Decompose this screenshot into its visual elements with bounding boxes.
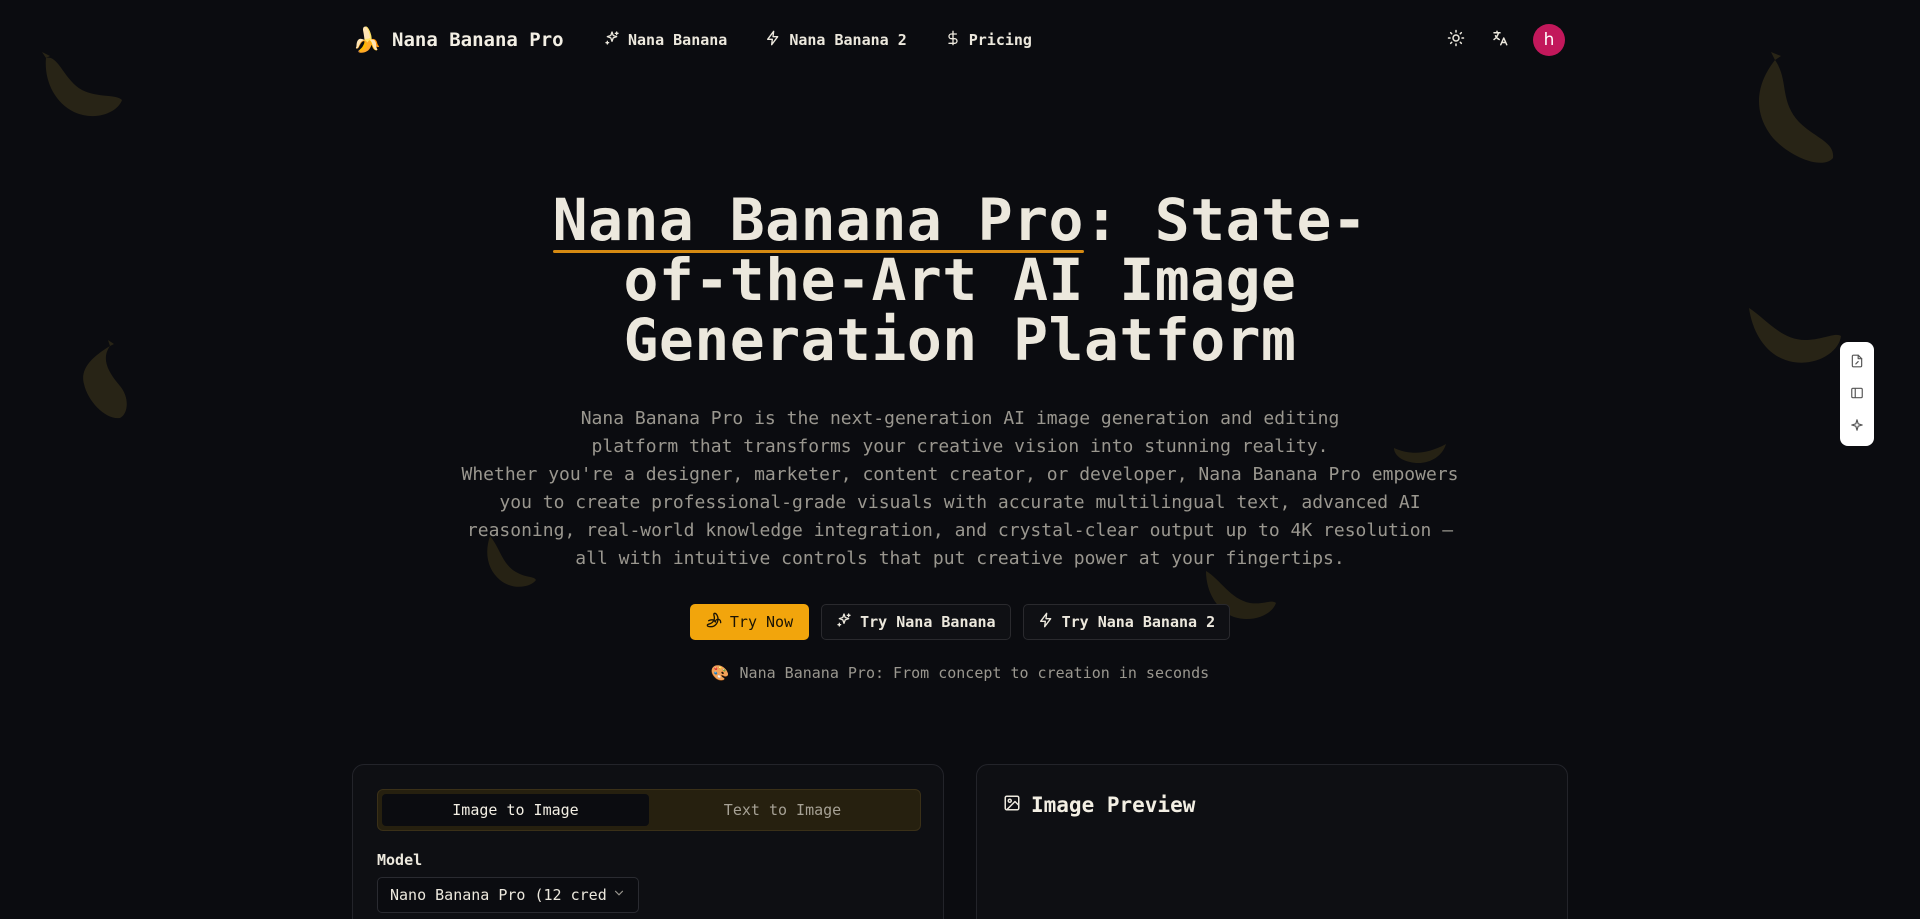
try-nana-banana-button[interactable]: Try Nana Banana bbox=[821, 604, 1011, 640]
banana-decoration-icon bbox=[70, 340, 140, 422]
banana-icon bbox=[706, 612, 722, 632]
tagline: 🎨 Nana Banana Pro: From concept to creat… bbox=[0, 664, 1920, 682]
sun-icon bbox=[1447, 29, 1465, 51]
tagline-text: Nana Banana Pro: From concept to creatio… bbox=[739, 664, 1210, 682]
header-actions: h bbox=[1445, 24, 1565, 56]
hero-title-part-3: Generation Platform bbox=[623, 306, 1297, 374]
sparkles-icon bbox=[604, 30, 620, 50]
image-preview-title: Image Preview bbox=[1031, 793, 1196, 817]
dollar-icon bbox=[945, 30, 961, 50]
side-tool-sparkle[interactable] bbox=[1846, 415, 1868, 437]
banana-decoration-icon bbox=[1745, 300, 1845, 370]
hero-description-paragraph-1: Nana Banana Pro is the next-generation A… bbox=[580, 408, 1340, 457]
cta-row: Try Now Try Nana Banana Try Nana Banana … bbox=[0, 604, 1920, 640]
image-preview-header: Image Preview bbox=[1003, 793, 1195, 817]
zap-icon bbox=[1038, 612, 1054, 632]
generation-mode-tabs: Image to Image Text to Image bbox=[377, 789, 921, 831]
nav-item-label: Nana Banana bbox=[628, 31, 728, 49]
hero-description-paragraph-2: Whether you're a designer, marketer, con… bbox=[461, 464, 1459, 569]
hero-description: Nana Banana Pro is the next-generation A… bbox=[460, 405, 1460, 573]
model-select[interactable]: Nano Banana Pro (12 credits) bbox=[377, 877, 639, 913]
chevron-down-icon bbox=[606, 886, 626, 904]
user-avatar-button[interactable]: h bbox=[1533, 24, 1565, 56]
brand-name: Nana Banana Pro bbox=[392, 29, 564, 51]
model-select-value: Nano Banana Pro (12 credits) bbox=[390, 886, 606, 904]
translate-icon bbox=[1491, 29, 1509, 51]
hero-title: Nana Banana Pro: State- of-the-Art AI Im… bbox=[460, 190, 1460, 370]
try-now-label: Try Now bbox=[729, 613, 794, 631]
generator-panel: Image to Image Text to Image Model Nano … bbox=[352, 764, 944, 919]
tab-image-to-image[interactable]: Image to Image bbox=[382, 794, 649, 826]
try-nana-banana-2-button[interactable]: Try Nana Banana 2 bbox=[1022, 604, 1231, 640]
try-now-button[interactable]: Try Now bbox=[689, 604, 810, 640]
nav-item-label: Pricing bbox=[968, 31, 1032, 49]
sparkle-icon bbox=[1850, 417, 1864, 436]
nav-item-pricing[interactable]: Pricing bbox=[945, 26, 1032, 54]
hero-title-highlight: Nana Banana Pro bbox=[552, 186, 1085, 254]
nav-item-nana-banana[interactable]: Nana Banana bbox=[604, 26, 727, 54]
palette-icon: 🎨 bbox=[710, 664, 730, 682]
language-button[interactable] bbox=[1489, 29, 1511, 51]
hero-title-part-1: : State- bbox=[1083, 186, 1368, 254]
theme-toggle-button[interactable] bbox=[1445, 29, 1467, 51]
brand-logo-link[interactable]: 🍌 Nana Banana Pro bbox=[352, 24, 564, 56]
nav-item-label: Nana Banana 2 bbox=[789, 31, 907, 49]
sparkles-icon bbox=[836, 612, 852, 632]
image-preview-panel: Image Preview bbox=[976, 764, 1568, 919]
image-icon bbox=[1003, 793, 1021, 817]
try-nana-banana-2-label: Try Nana Banana 2 bbox=[1061, 613, 1216, 631]
document-edit-icon bbox=[1850, 353, 1864, 372]
side-tool-panel[interactable] bbox=[1846, 383, 1868, 405]
sidebar-panel-icon bbox=[1850, 385, 1864, 404]
main-nav: Nana Banana Nana Banana 2 Pricing bbox=[604, 26, 1032, 54]
model-label: Model bbox=[377, 851, 423, 869]
floating-side-toolbar bbox=[1840, 342, 1874, 446]
hero-title-part-2: of-the-Art AI Image bbox=[623, 246, 1297, 314]
try-nana-banana-label: Try Nana Banana bbox=[860, 613, 996, 631]
tab-text-to-image[interactable]: Text to Image bbox=[649, 794, 916, 826]
nav-item-nana-banana-2[interactable]: Nana Banana 2 bbox=[765, 26, 907, 54]
side-tool-document[interactable] bbox=[1846, 351, 1868, 373]
top-header: 🍌 Nana Banana Pro Nana Banana Nana Banan… bbox=[0, 0, 1920, 80]
zap-icon bbox=[765, 30, 781, 50]
banana-logo-icon: 🍌 bbox=[352, 26, 382, 54]
